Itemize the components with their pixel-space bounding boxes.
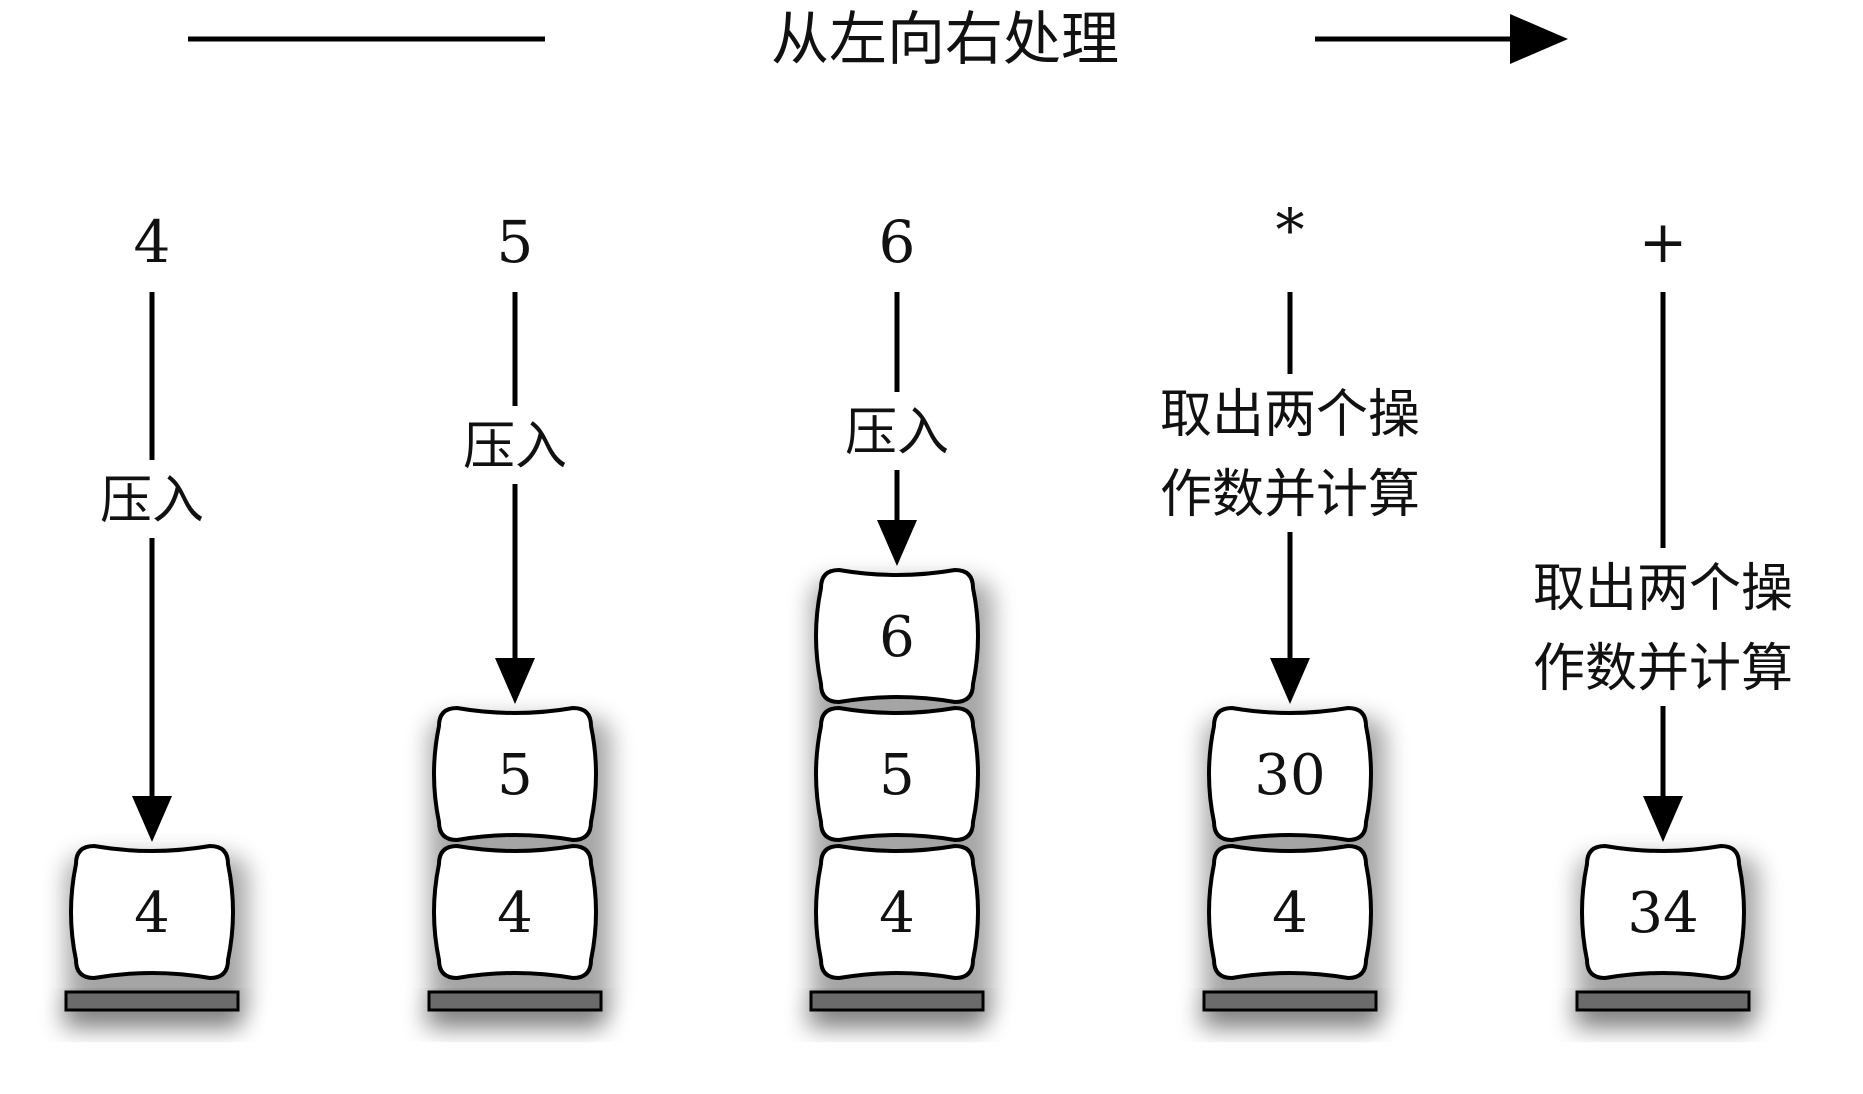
- step-column: 4 压入 4: [62, 208, 248, 1030]
- stack-cell: 4: [69, 843, 235, 981]
- action-label: 取出两个操: [1160, 385, 1420, 445]
- evaluation-steps: 4压入45压入456压入456*取出两个操作数并计算430+取出两个操作数并计算…: [62, 196, 1793, 1030]
- action-label: 取出两个操: [1533, 559, 1793, 619]
- stack-cell: 4: [814, 843, 980, 981]
- postfix-evaluation-diagram: 从左向右处理 4压入45压入456压入456*取出两个操作数并计算430+取出两…: [62, 5, 1793, 1030]
- direction-arrow-icon: [1510, 14, 1568, 64]
- input-token: 5: [497, 208, 534, 276]
- stack-base: [427, 990, 603, 1012]
- action-label: 压入: [463, 417, 567, 477]
- stack-cell-value: 4: [497, 881, 533, 946]
- stack-cell-value: 34: [1627, 881, 1698, 946]
- stack-cell: 34: [1580, 843, 1746, 981]
- stack-cell: 6: [814, 567, 980, 705]
- action-label: 作数并计算: [1533, 639, 1793, 699]
- stack-cell-value: 6: [879, 605, 915, 670]
- action-label: 作数并计算: [1160, 465, 1420, 525]
- stack-cell: 5: [814, 705, 980, 843]
- arrow-down-icon: [495, 658, 535, 704]
- stack-base: [809, 990, 985, 1012]
- arrow-down-icon: [877, 520, 917, 566]
- direction-header: 从左向右处理: [188, 5, 1568, 73]
- stack-cell: 4: [432, 843, 598, 981]
- stack-base: [1575, 990, 1751, 1012]
- input-token: 6: [879, 208, 916, 276]
- input-token: 4: [134, 208, 171, 276]
- action-label: 压入: [100, 471, 204, 531]
- step-column: + 取出两个操作数并计算 34: [1533, 208, 1793, 1030]
- stack-cell: 30: [1207, 705, 1373, 843]
- stack-cell: 5: [432, 705, 598, 843]
- stack-base: [1202, 990, 1378, 1012]
- step-column: 5 压入 4 5: [425, 208, 611, 1030]
- arrow-down-icon: [132, 796, 172, 842]
- direction-label: 从左向右处理: [771, 5, 1119, 73]
- stack-cell-value: 5: [497, 743, 533, 808]
- arrow-down-icon: [1643, 796, 1683, 842]
- stack-cell-value: 30: [1254, 743, 1325, 808]
- stack-cell-value: 5: [879, 743, 915, 808]
- stack-cell-value: 4: [879, 881, 915, 946]
- input-token: *: [1276, 196, 1305, 264]
- arrow-down-icon: [1270, 658, 1310, 704]
- stack-cell-value: 4: [1272, 881, 1308, 946]
- stack-base: [64, 990, 240, 1012]
- step-column: 6 压入 4 5 6: [807, 208, 993, 1030]
- action-label: 压入: [845, 403, 949, 463]
- stack-cell: 4: [1207, 843, 1373, 981]
- stack-cell-value: 4: [134, 881, 170, 946]
- input-token: +: [1639, 208, 1688, 276]
- step-column: * 取出两个操作数并计算 4 30: [1160, 196, 1420, 1030]
